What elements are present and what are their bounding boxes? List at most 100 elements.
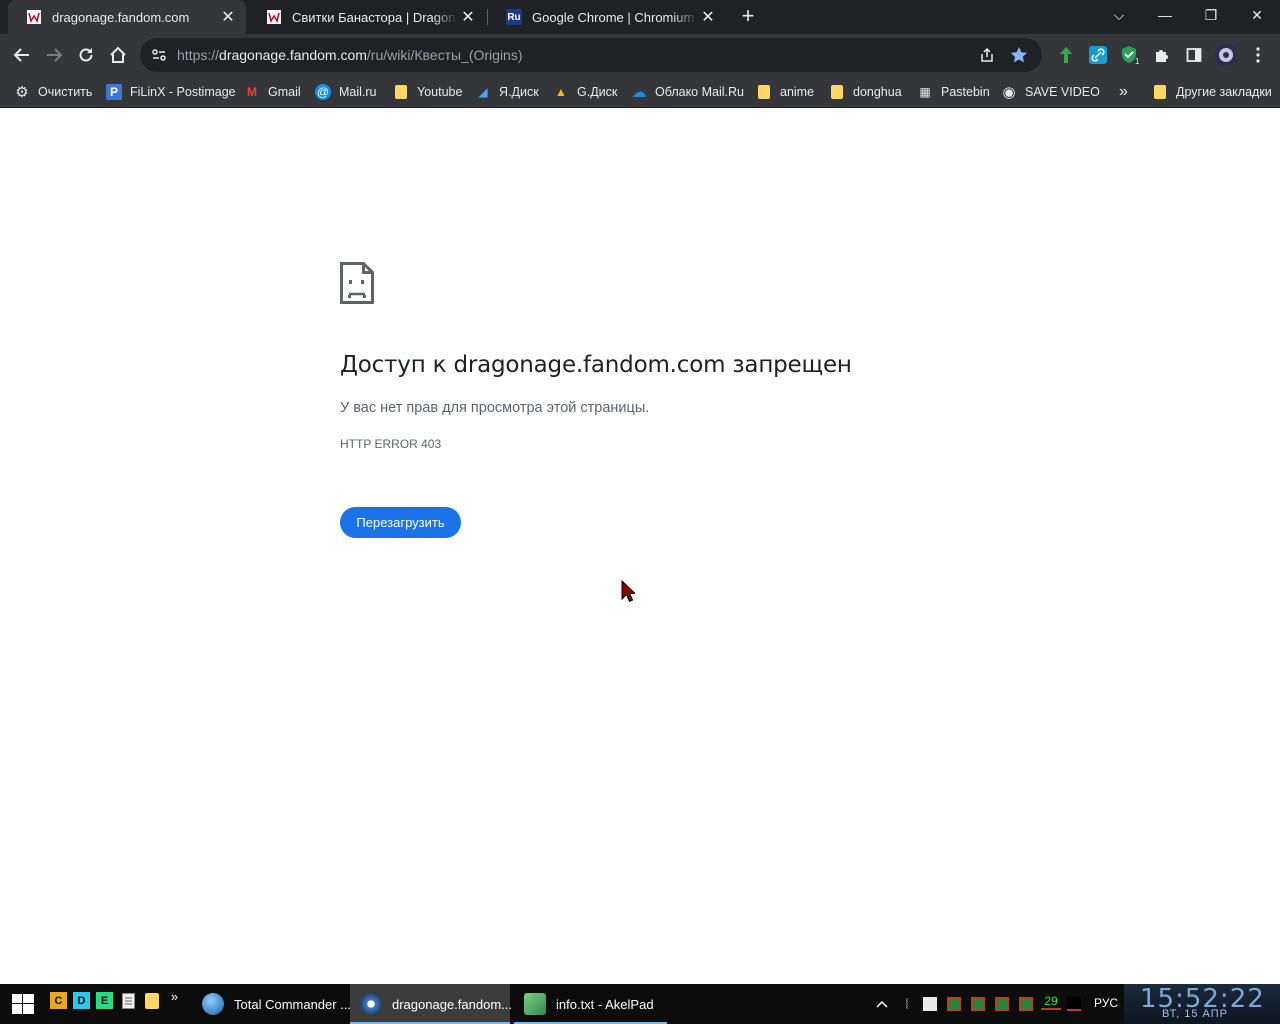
fandom-icon — [26, 9, 42, 25]
tray-green-app-icon[interactable] — [946, 996, 962, 1012]
akelpad-icon — [524, 993, 546, 1015]
bookmark-folder-donghua[interactable]: donghua — [829, 81, 902, 103]
bookmark-save-video[interactable]: ◉ SAVE VIDEO — [1001, 81, 1100, 103]
green-arrow-extension-icon[interactable] — [1054, 43, 1078, 67]
globe-icon: ◉ — [1002, 84, 1016, 101]
folder-icon — [829, 84, 845, 100]
tray-d-app-icon[interactable] — [994, 996, 1010, 1012]
tray-c-app-icon[interactable] — [1018, 996, 1034, 1012]
fandom-icon — [266, 9, 282, 25]
site-info-icon[interactable] — [148, 44, 170, 66]
tab-banastor[interactable]: Свитки Банастора | Dragon Age ✕ — [248, 0, 486, 34]
bookmark-google-drive[interactable]: ▲ G.Диск — [553, 81, 617, 103]
tab-title: Свитки Банастора | Dragon Age — [292, 9, 458, 25]
share-icon[interactable] — [976, 44, 998, 66]
mouse-cursor-icon — [621, 580, 635, 603]
new-tab-button[interactable]: + — [735, 3, 761, 29]
bookmark-label: G.Диск — [577, 85, 618, 99]
bookmark-mailru[interactable]: @ Mail.ru — [315, 81, 377, 103]
google-drive-icon: ▲ — [555, 85, 567, 99]
back-arrow-icon — [13, 48, 29, 62]
bookmark-gmail[interactable]: M Gmail — [244, 81, 301, 103]
menu-kebab-icon[interactable] — [1246, 43, 1270, 67]
drive-c-icon[interactable]: C — [50, 992, 67, 1009]
close-window-button[interactable]: ✕ — [1234, 0, 1280, 30]
bookmark-folder-anime[interactable]: anime — [756, 81, 814, 103]
windows-start-icon[interactable] — [12, 994, 34, 1014]
mailru-icon: @ — [315, 84, 331, 100]
url-text[interactable]: https://dragonage.fandom.com/ru/wiki/Кве… — [177, 47, 523, 63]
back-button[interactable] — [6, 39, 38, 71]
paperclip-icon[interactable]: ⦚ — [900, 996, 914, 1012]
tray-expand-icon[interactable] — [874, 996, 890, 1012]
tab-strip: dragonage.fandom.com ✕ Свитки Банастора … — [0, 0, 1280, 34]
reload-button[interactable] — [70, 39, 102, 71]
tab-close-icon[interactable]: ✕ — [698, 7, 718, 27]
profile-avatar[interactable] — [1214, 43, 1238, 67]
url-host: dragonage.fandom.com — [219, 47, 367, 63]
bookmark-cloud-mailru[interactable]: ☁ Облако Mail.Ru — [631, 81, 744, 103]
error-title: Доступ к dragonage.fandom.com запрещен — [340, 352, 852, 378]
total-commander-icon — [202, 993, 224, 1015]
bookmark-other-bookmarks[interactable]: Другие закладки — [1152, 81, 1272, 103]
shield-extension-icon[interactable]: 1 — [1118, 43, 1142, 67]
bookmarks-overflow-button[interactable]: » — [1119, 81, 1128, 103]
bookmark-label: Очистить — [38, 85, 93, 99]
gmail-icon: M — [247, 85, 257, 99]
restore-button[interactable]: ❐ — [1188, 0, 1234, 30]
tray-e-app-icon[interactable] — [970, 996, 986, 1012]
forward-button[interactable] — [38, 39, 70, 71]
link-extension-icon[interactable] — [1086, 43, 1110, 67]
gear-icon: ⚙ — [15, 84, 29, 101]
home-button[interactable] — [102, 39, 134, 71]
task-label: info.txt - AkelPad — [556, 996, 654, 1012]
url-path: /ru/wiki/Квесты_(Origins) — [366, 47, 523, 63]
browser-icon — [360, 993, 382, 1015]
taskbar-total-commander[interactable]: Total Commander ... — [192, 984, 351, 1024]
drive-e-icon[interactable]: E — [96, 992, 113, 1009]
folder-icon[interactable] — [143, 992, 160, 1009]
reload-page-button[interactable]: Перезагрузить — [340, 507, 461, 538]
bookmark-folder-youtube[interactable]: Youtube — [393, 81, 462, 103]
taskbar-browser[interactable]: dragonage.fandom... — [350, 984, 512, 1024]
input-language-indicator[interactable]: РУС — [1094, 996, 1118, 1010]
extensions-puzzle-icon[interactable] — [1150, 43, 1174, 67]
tray-counter[interactable]: 29 — [1041, 994, 1061, 1010]
taskbar-akelpad[interactable]: info.txt - AkelPad — [514, 984, 667, 1024]
error-code: HTTP ERROR 403 — [340, 437, 442, 451]
bookmark-postimage[interactable]: P FiLinX - Postimage — [106, 81, 236, 103]
postimage-icon: P — [106, 84, 122, 100]
bookmark-yandex-disk[interactable]: ◢ Я.Диск — [475, 81, 538, 103]
bookmark-label: Другие закладки — [1176, 85, 1272, 99]
system-clock[interactable]: 15:52:22 ВТ, 15 АПР — [1124, 984, 1280, 1024]
home-icon — [110, 46, 126, 63]
quick-launch-overflow[interactable]: » — [166, 988, 183, 1005]
reload-icon — [79, 48, 93, 62]
drive-d-icon[interactable]: D — [73, 992, 90, 1009]
tab-close-icon[interactable]: ✕ — [218, 7, 238, 27]
bookmark-label: SAVE VIDEO — [1025, 85, 1100, 99]
tray-window-icon[interactable] — [922, 996, 938, 1012]
address-bar[interactable]: https://dragonage.fandom.com/ru/wiki/Кве… — [140, 38, 1042, 72]
tab-dragonage[interactable]: dragonage.fandom.com ✕ — [8, 0, 246, 34]
bookmark-pastebin[interactable]: ▦ Pastebin — [917, 81, 990, 103]
minimize-button[interactable]: — — [1142, 0, 1188, 30]
tab-chromium[interactable]: Ru Google Chrome | Chromium | SF ✕ — [488, 0, 726, 34]
svg-text:1: 1 — [1135, 57, 1140, 65]
error-description: У вас нет прав для просмотра этой страни… — [340, 400, 650, 416]
clock-date: ВТ, 15 АПР — [1162, 1008, 1228, 1020]
tray-black-app-icon[interactable] — [1066, 996, 1082, 1012]
folder-icon — [756, 84, 772, 100]
bookmark-label: Pastebin — [941, 85, 990, 99]
bookmark-clear[interactable]: ⚙ Очистить — [14, 81, 92, 103]
bookmark-label: donghua — [853, 85, 902, 99]
tab-title: Google Chrome | Chromium | SF — [532, 9, 698, 25]
side-panel-icon[interactable] — [1182, 43, 1206, 67]
bookmark-label: anime — [780, 85, 815, 99]
tab-close-icon[interactable]: ✕ — [458, 7, 478, 27]
pastebin-icon: ▦ — [919, 85, 931, 99]
bookmark-label: Gmail — [268, 85, 301, 99]
notepad-icon[interactable] — [120, 992, 137, 1009]
bookmark-star-icon[interactable] — [1008, 44, 1030, 66]
tab-search-dropdown-icon[interactable]: ⌵ — [1096, 0, 1142, 30]
